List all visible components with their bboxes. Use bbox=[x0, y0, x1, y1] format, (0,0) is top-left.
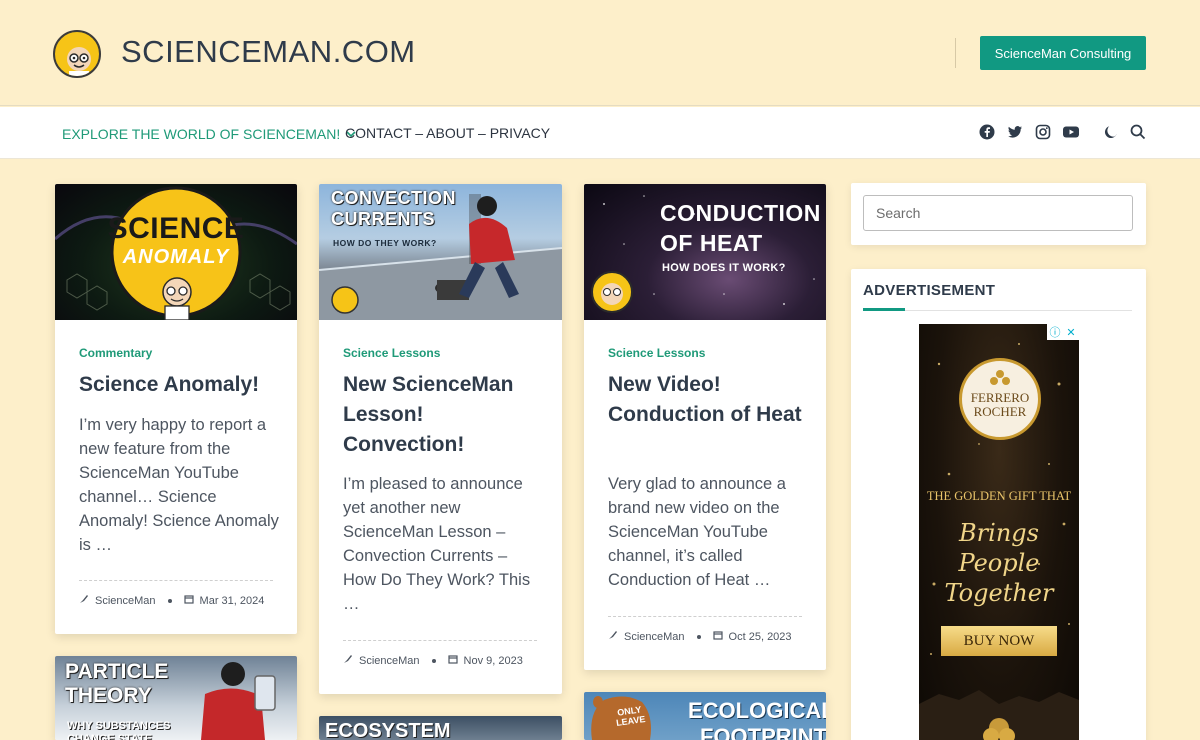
twitter-icon[interactable] bbox=[1007, 124, 1025, 142]
thumbnail-title-line1: SCIENCE bbox=[107, 212, 245, 245]
ad-tagline-2: Brings People Together bbox=[944, 519, 1054, 607]
meta-separator bbox=[696, 634, 701, 639]
post-card[interactable]: CONDUCTION OF HEAT HOW DOES IT WORK? Sci… bbox=[584, 184, 826, 670]
post-title[interactable]: Science Anomaly! bbox=[79, 370, 279, 400]
thumbnail-title-line1: ECOSYSTEM bbox=[325, 720, 451, 740]
calendar-icon bbox=[183, 594, 194, 607]
meta-separator bbox=[431, 658, 436, 663]
meta-separator bbox=[167, 598, 172, 603]
thumbnail-title-line2: ANOMALY bbox=[122, 246, 230, 268]
site-title[interactable]: SCIENCEMAN.COM bbox=[121, 34, 416, 70]
consulting-button[interactable]: ScienceMan Consulting bbox=[980, 36, 1146, 70]
ad-buy-now-button[interactable]: BUY NOW bbox=[941, 626, 1057, 656]
ad-tagline-1: THE GOLDEN GIFT THAT bbox=[926, 489, 1072, 503]
post-card[interactable]: SCIENCE ANOMALY Commentary Science Anoma… bbox=[55, 184, 297, 634]
thumbnail-title-line2: OF HEAT bbox=[660, 230, 763, 256]
post-thumbnail[interactable]: CONVECTION CURRENTS HOW DO THEY WORK? bbox=[319, 184, 562, 320]
post-date[interactable]: Oct 25, 2023 bbox=[729, 631, 792, 643]
site-logo[interactable] bbox=[53, 30, 101, 78]
post-excerpt: I’m pleased to announce yet another new … bbox=[343, 475, 531, 613]
post-meta: ScienceMan Mar 31, 2024 bbox=[79, 594, 264, 607]
ad-banner[interactable]: ⓘ ✕ FERRERO ROCHER THE GOLDEN GIFT THAT … bbox=[919, 324, 1079, 740]
thumbnail-title-line1: ECOLOGICAL bbox=[688, 698, 826, 723]
nav-contact-about-privacy[interactable]: CONTACT – ABOUT – PRIVACY bbox=[345, 125, 550, 141]
post-title[interactable]: New Video! Conduction of Heat bbox=[608, 370, 808, 430]
thumbnail-title-line1: PARTICLE bbox=[65, 660, 169, 683]
post-category[interactable]: Science Lessons bbox=[608, 346, 705, 360]
meta-divider bbox=[608, 616, 802, 617]
search-icon[interactable] bbox=[1130, 124, 1148, 142]
ferrero-logo: FERRERO ROCHER bbox=[959, 358, 1041, 440]
post-card[interactable]: ONLY LEAVE ECOLOGICAL FOOTPRINT bbox=[584, 692, 826, 740]
instagram-icon[interactable] bbox=[1035, 124, 1053, 142]
post-card[interactable]: PARTICLE THEORY WHY SUBSTANCES CHANGE ST… bbox=[55, 656, 297, 740]
thumbnail-title-line1: CONDUCTION bbox=[660, 200, 821, 226]
calendar-icon bbox=[712, 630, 723, 643]
thumbnail-title-line2: CURRENTS bbox=[331, 209, 436, 229]
thumbnail-subtitle: WHY SUBSTANCES CHANGE STATE bbox=[67, 720, 171, 740]
post-category[interactable]: Science Lessons bbox=[343, 346, 440, 360]
post-thumbnail[interactable]: ECOSYSTEM bbox=[319, 716, 562, 740]
nav-explore-label: EXPLORE THE WORLD OF SCIENCEMAN! bbox=[62, 126, 341, 142]
nav-explore-menu[interactable]: EXPLORE THE WORLD OF SCIENCEMAN! bbox=[62, 125, 356, 142]
meta-divider bbox=[343, 640, 537, 641]
close-icon[interactable]: ✕ bbox=[1063, 324, 1079, 340]
heading-accent-bar bbox=[863, 308, 905, 311]
post-thumbnail[interactable]: CONDUCTION OF HEAT HOW DOES IT WORK? bbox=[584, 184, 826, 320]
thumbnail-subtitle: HOW DOES IT WORK? bbox=[662, 262, 786, 274]
scienceman-mascot bbox=[162, 277, 192, 320]
adchoices-badge[interactable]: ⓘ ✕ bbox=[1047, 324, 1079, 340]
post-author[interactable]: ScienceMan bbox=[95, 595, 156, 607]
youtube-icon[interactable] bbox=[1062, 124, 1080, 142]
main-navigation: EXPLORE THE WORLD OF SCIENCEMAN! CONTACT… bbox=[0, 107, 1200, 159]
post-thumbnail[interactable]: PARTICLE THEORY WHY SUBSTANCES CHANGE ST… bbox=[55, 656, 297, 740]
sidebar-search-input[interactable] bbox=[863, 195, 1133, 231]
thumbnail-subtitle: HOW DO THEY WORK? bbox=[333, 238, 437, 248]
ad-heading: ADVERTISEMENT bbox=[863, 282, 996, 299]
post-thumbnail[interactable]: ONLY LEAVE ECOLOGICAL FOOTPRINT bbox=[584, 692, 826, 740]
moon-icon[interactable] bbox=[1103, 124, 1121, 142]
author-icon bbox=[79, 594, 89, 607]
post-author[interactable]: ScienceMan bbox=[359, 655, 420, 667]
facebook-icon[interactable] bbox=[979, 124, 997, 142]
post-date[interactable]: Mar 31, 2024 bbox=[200, 595, 265, 607]
sidebar-ad-widget: ADVERTISEMENT ⓘ ✕ FERRERO ROCHER THE GOL… bbox=[851, 269, 1146, 740]
post-thumbnail[interactable]: SCIENCE ANOMALY bbox=[55, 184, 297, 320]
ad-brand-name: FERRERO ROCHER bbox=[970, 390, 1030, 419]
meta-divider bbox=[79, 580, 273, 581]
post-meta: ScienceMan Oct 25, 2023 bbox=[608, 630, 792, 643]
post-title[interactable]: New ScienceMan Lesson! Convection! bbox=[343, 370, 543, 460]
post-meta: ScienceMan Nov 9, 2023 bbox=[343, 654, 523, 667]
site-header: SCIENCEMAN.COM ScienceMan Consulting bbox=[0, 0, 1200, 106]
sidebar-search-widget bbox=[851, 183, 1146, 245]
post-date[interactable]: Nov 9, 2023 bbox=[464, 655, 523, 667]
author-icon bbox=[608, 630, 618, 643]
post-card[interactable]: CONVECTION CURRENTS HOW DO THEY WORK? Sc… bbox=[319, 184, 562, 694]
thumbnail-title-line1: CONVECTION bbox=[331, 188, 457, 208]
calendar-icon bbox=[447, 654, 458, 667]
post-category[interactable]: Commentary bbox=[79, 346, 152, 360]
post-author[interactable]: ScienceMan bbox=[624, 631, 685, 643]
header-divider bbox=[955, 38, 956, 68]
thumbnail-title-line2: FOOTPRINT bbox=[700, 724, 826, 740]
post-card[interactable]: ECOSYSTEM bbox=[319, 716, 562, 740]
post-excerpt: I’m very happy to report a new feature f… bbox=[79, 416, 279, 554]
thumbnail-title-line2: THEORY bbox=[65, 684, 152, 707]
post-excerpt: Very glad to announce a brand new video … bbox=[608, 475, 786, 589]
info-icon[interactable]: ⓘ bbox=[1047, 324, 1063, 340]
author-icon bbox=[343, 654, 353, 667]
